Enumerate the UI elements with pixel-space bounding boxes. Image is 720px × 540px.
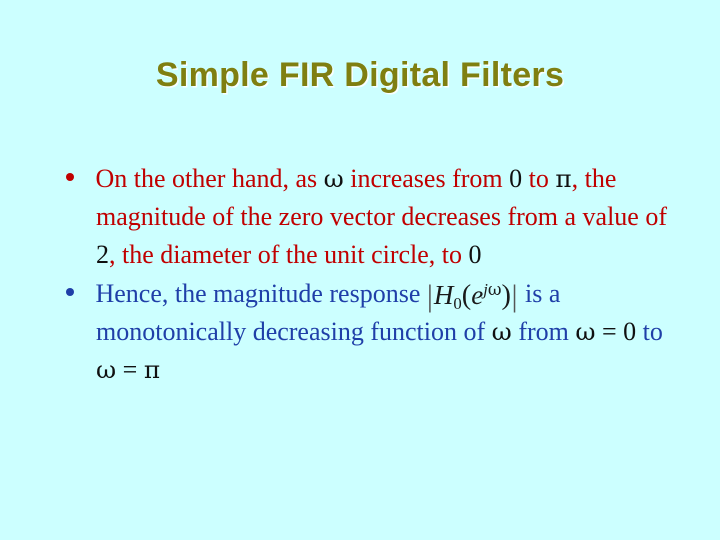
body-content: On the other hand, as ω increases from 0… [56,160,676,389]
omega-symbol: ω [575,317,596,346]
number-zero: 0 [468,240,482,269]
abs-bar-left: | [426,278,433,313]
text-segment: increases from [343,164,510,193]
text-segment: On the other hand, as [95,164,324,193]
equation-exponent-omega: ω [487,279,502,300]
equation-H: H [433,280,454,310]
omega-symbol: ω [96,355,117,384]
equals-sign: = [595,317,624,346]
list-item-text: On the other hand, as ω increases from 0… [95,160,676,274]
text-segment: to [636,317,663,346]
text-segment: to [522,164,556,193]
title-block: Simple FIR Digital Filters [0,56,720,95]
list-item-text: Hence, the magnitude response |H0(ejω)| … [95,275,676,389]
equation-e: e [471,280,484,310]
list-item: On the other hand, as ω increases from 0… [56,160,676,274]
pi-symbol: π [143,355,161,384]
list-item: Hence, the magnitude response |H0(ejω)| … [56,275,676,389]
omega-symbol: ω [491,317,512,346]
equation-subscript-0: 0 [453,293,462,313]
equation-close-paren: ) [501,280,511,311]
equation-open-paren: ( [461,280,472,311]
text-segment: from [511,317,576,346]
slide-canvas: Simple FIR Digital Filters On the other … [0,0,720,540]
number-zero: 0 [623,317,637,346]
bullet-point-icon [66,173,74,181]
text-segment: , the diameter of the unit circle, to [109,240,469,269]
bullet-point-icon [66,288,74,296]
text-segment: Hence, the magnitude response [95,279,427,308]
omega-symbol: ω [323,164,344,193]
abs-bar-right: | [511,278,518,313]
magnitude-response-equation: |H0(ejω)| [427,281,519,313]
equation-exponent: jω [483,280,501,299]
page-title: Simple FIR Digital Filters [155,56,565,94]
number-zero: 0 [509,164,523,193]
pi-symbol: π [555,164,572,193]
equals-sign: = [116,355,144,384]
number-two: 2 [96,240,109,269]
